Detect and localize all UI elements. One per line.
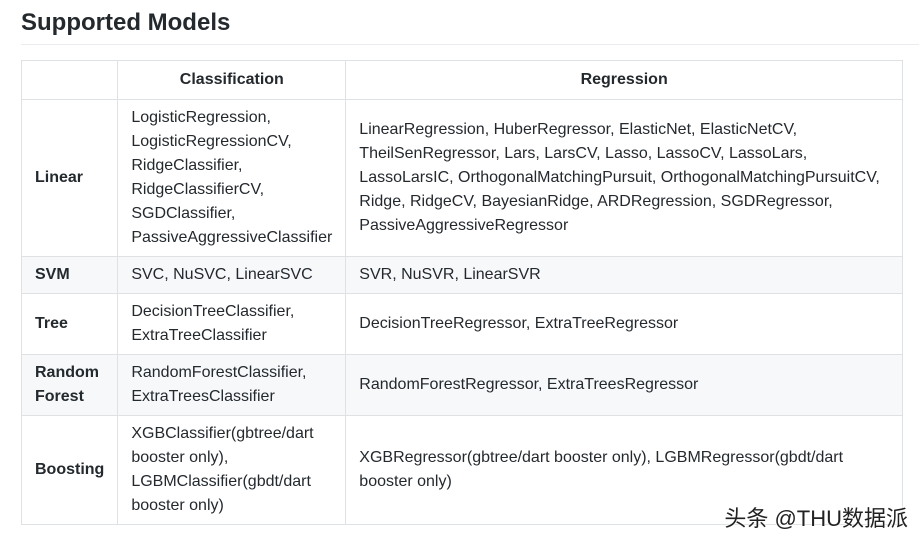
supported-models-table: Classification Regression Linear Logisti…	[20, 60, 903, 525]
page-title: Supported Models	[21, 9, 231, 36]
table-row-svm: SVM SVC, NuSVC, LinearSVC SVR, NuSVR, Li…	[20, 256, 903, 294]
category-label-line: Forest	[35, 388, 84, 405]
regression-cell: RandomForestRegressor, ExtraTreesRegress…	[345, 354, 903, 416]
header-classification: Classification	[117, 60, 347, 100]
model-list-line: LassoLarsIC, OrthogonalMatchingPursuit, …	[359, 169, 880, 186]
table-row-random-forest: Random Forest RandomForestClassifier, Ex…	[20, 354, 903, 416]
model-name: PassiveAggressiveClassifier	[131, 229, 333, 246]
model-list-line: SVR, NuSVR, LinearSVR	[359, 266, 541, 283]
classification-cell: DecisionTreeClassifier, ExtraTreeClassif…	[117, 293, 347, 355]
model-list-line: LinearRegression, HuberRegressor, Elasti…	[359, 121, 798, 138]
classification-cell: SVC, NuSVC, LinearSVC	[117, 256, 347, 294]
model-list-line: XGBRegressor(gbtree/dart booster only), …	[359, 449, 844, 466]
model-list-line: TheilSenRegressor, Lars, LarsCV, Lasso, …	[359, 145, 808, 162]
model-list-line: PassiveAggressiveRegressor	[359, 217, 569, 234]
category-cell: Random Forest	[20, 354, 119, 416]
category-cell: Boosting	[20, 415, 119, 525]
category-cell: Linear	[20, 99, 119, 257]
model-list-line: booster only)	[359, 473, 452, 490]
model-name: RidgeClassifierCV,	[131, 181, 265, 198]
model-name: booster only),	[131, 449, 229, 466]
classification-cell: LogisticRegression, LogisticRegressionCV…	[117, 99, 347, 257]
classification-cell: XGBClassifier(gbtree/dart booster only),…	[117, 415, 347, 525]
regression-cell: DecisionTreeRegressor, ExtraTreeRegresso…	[345, 293, 903, 355]
header-regression: Regression	[345, 60, 903, 100]
model-name: XGBClassifier(gbtree/dart	[131, 425, 314, 442]
table-row-tree: Tree DecisionTreeClassifier, ExtraTreeCl…	[20, 293, 903, 355]
regression-cell: LinearRegression, HuberRegressor, Elasti…	[345, 99, 903, 257]
model-name: LGBMClassifier(gbdt/dart	[131, 473, 311, 490]
category-label-line: Random	[35, 364, 99, 381]
model-name: ExtraTreesClassifier	[131, 388, 275, 405]
regression-cell: SVR, NuSVR, LinearSVR	[345, 256, 903, 294]
model-list-line: Ridge, RidgeCV, BayesianRidge, ARDRegres…	[359, 193, 833, 210]
model-name: DecisionTreeClassifier,	[131, 303, 295, 320]
model-list-line: RandomForestRegressor, ExtraTreesRegress…	[359, 376, 699, 393]
table-row-linear: Linear LogisticRegression, LogisticRegre…	[20, 99, 903, 257]
title-divider	[21, 44, 919, 45]
model-name: LogisticRegression,	[131, 109, 271, 126]
model-name: LogisticRegressionCV,	[131, 133, 292, 150]
model-name: SGDClassifier,	[131, 205, 236, 222]
header-category	[20, 60, 119, 100]
category-cell: Tree	[20, 293, 119, 355]
category-cell: SVM	[20, 256, 119, 294]
table-header-row: Classification Regression	[20, 60, 903, 100]
classification-cell: RandomForestClassifier, ExtraTreesClassi…	[117, 354, 347, 416]
model-name: ExtraTreeClassifier	[131, 327, 267, 344]
model-list-line: SVC, NuSVC, LinearSVC	[131, 266, 313, 283]
model-name: RidgeClassifier,	[131, 157, 243, 174]
model-name: booster only)	[131, 497, 224, 514]
model-list-line: DecisionTreeRegressor, ExtraTreeRegresso…	[359, 315, 679, 332]
model-name: RandomForestClassifier,	[131, 364, 307, 381]
watermark: 头条 @THU数据派	[724, 506, 908, 531]
